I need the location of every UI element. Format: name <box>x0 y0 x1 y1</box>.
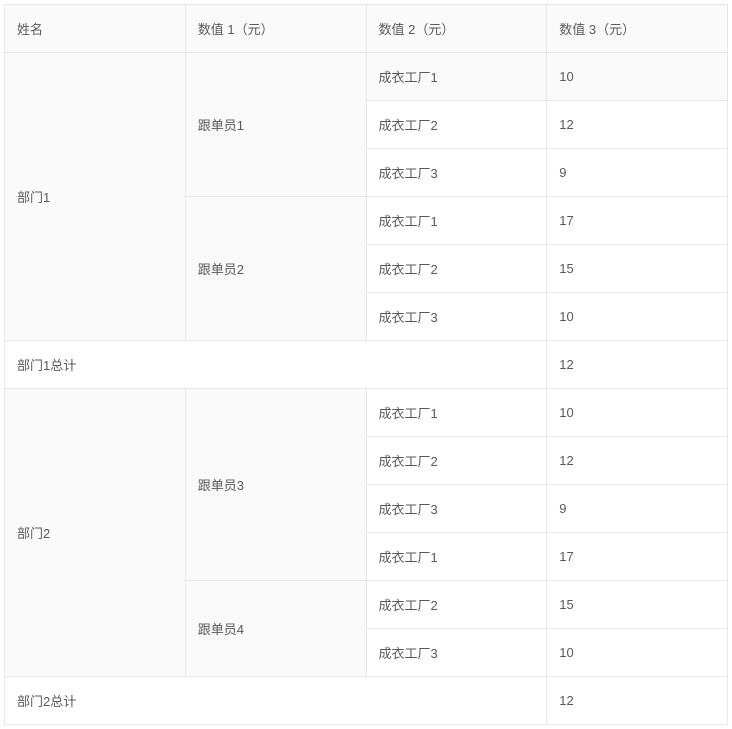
table-body: 部门1跟单员1成衣工厂110成衣工厂212成衣工厂39跟单员2成衣工厂117成衣… <box>5 53 728 725</box>
group2-cell: 跟单员3 <box>185 389 366 581</box>
v3-cell: 17 <box>547 197 728 245</box>
total-value-cell: 12 <box>547 677 728 725</box>
total-value-cell: 12 <box>547 341 728 389</box>
v2-cell: 成衣工厂2 <box>366 437 547 485</box>
table-row[interactable]: 部门1总计12 <box>5 341 728 389</box>
v2-cell: 成衣工厂1 <box>366 53 547 101</box>
group2-cell: 跟单员1 <box>185 53 366 197</box>
v2-cell: 成衣工厂3 <box>366 485 547 533</box>
total-label-cell: 部门1总计 <box>5 341 547 389</box>
v2-cell: 成衣工厂3 <box>366 293 547 341</box>
v3-cell: 12 <box>547 437 728 485</box>
table-row[interactable]: 部门2跟单员3成衣工厂110 <box>5 389 728 437</box>
table-header-row: 姓名 数值 1（元） 数值 2（元） 数值 3（元） <box>5 5 728 53</box>
group1-cell: 部门1 <box>5 53 186 341</box>
v2-cell: 成衣工厂1 <box>366 533 547 581</box>
v3-cell: 15 <box>547 245 728 293</box>
v3-cell: 15 <box>547 581 728 629</box>
v3-cell: 10 <box>547 629 728 677</box>
group1-cell: 部门2 <box>5 389 186 677</box>
v2-cell: 成衣工厂2 <box>366 101 547 149</box>
v3-cell: 9 <box>547 485 728 533</box>
header-name: 姓名 <box>5 5 186 53</box>
table-row[interactable]: 部门2总计12 <box>5 677 728 725</box>
v3-cell: 10 <box>547 293 728 341</box>
v3-cell: 12 <box>547 101 728 149</box>
group2-cell: 跟单员4 <box>185 581 366 677</box>
group2-cell: 跟单员2 <box>185 197 366 341</box>
v3-cell: 10 <box>547 389 728 437</box>
v2-cell: 成衣工厂3 <box>366 149 547 197</box>
header-v1: 数值 1（元） <box>185 5 366 53</box>
v2-cell: 成衣工厂1 <box>366 197 547 245</box>
v3-cell: 10 <box>547 53 728 101</box>
header-v3: 数值 3（元） <box>547 5 728 53</box>
v3-cell: 9 <box>547 149 728 197</box>
table-row[interactable]: 部门1跟单员1成衣工厂110 <box>5 53 728 101</box>
data-table: 姓名 数值 1（元） 数值 2（元） 数值 3（元） 部门1跟单员1成衣工厂11… <box>4 4 728 725</box>
total-label-cell: 部门2总计 <box>5 677 547 725</box>
v2-cell: 成衣工厂2 <box>366 245 547 293</box>
v2-cell: 成衣工厂3 <box>366 629 547 677</box>
header-v2: 数值 2（元） <box>366 5 547 53</box>
v2-cell: 成衣工厂2 <box>366 581 547 629</box>
v2-cell: 成衣工厂1 <box>366 389 547 437</box>
v3-cell: 17 <box>547 533 728 581</box>
